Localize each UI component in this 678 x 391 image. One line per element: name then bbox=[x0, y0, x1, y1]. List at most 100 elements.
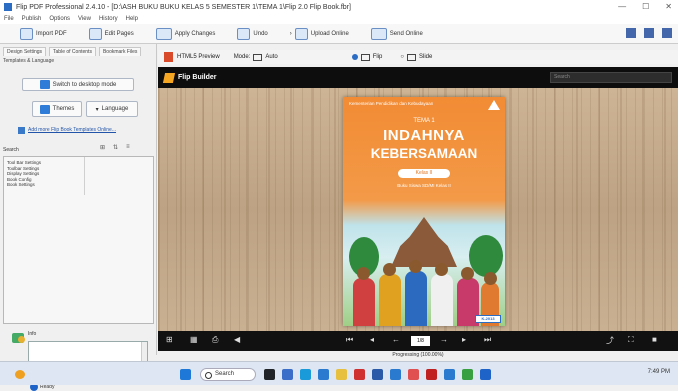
weather-icon[interactable] bbox=[15, 370, 25, 379]
filter-icon[interactable]: ≡ bbox=[126, 144, 130, 151]
fullscreen-icon[interactable]: ⛶ bbox=[628, 335, 634, 345]
previous-page-icon[interactable]: ◂ bbox=[370, 335, 374, 344]
page-number-input[interactable]: 1/8 bbox=[411, 336, 430, 346]
book-cover[interactable]: Kementerian Pendidikan dan Kebudayaan TE… bbox=[343, 97, 505, 326]
search-tools: ⊞ ⇅ ≡ bbox=[100, 144, 130, 151]
photos-icon[interactable] bbox=[390, 369, 401, 380]
menu-publish[interactable]: Publish bbox=[22, 16, 42, 22]
send-online-button[interactable]: Send Online bbox=[370, 27, 423, 40]
tab-bookmark-files[interactable]: Bookmark Files bbox=[98, 47, 142, 56]
send-online-label: Send Online bbox=[389, 30, 423, 37]
publisher-text: Kementerian Pendidikan dan Kebudayaan bbox=[349, 101, 434, 106]
slide-mode-toggle[interactable]: ○ Slide bbox=[400, 53, 432, 61]
flip-builder-logo-icon bbox=[162, 72, 176, 83]
grid-view-icon[interactable]: ▦ bbox=[190, 335, 198, 344]
system-clock[interactable]: 7:49 PM bbox=[648, 369, 670, 375]
html5-icon bbox=[164, 52, 173, 62]
widgets-icon[interactable] bbox=[282, 369, 293, 380]
flip-mode-toggle[interactable]: Flip bbox=[351, 53, 382, 61]
tree-item[interactable]: Book Settings bbox=[4, 182, 153, 188]
chrome-icon[interactable] bbox=[408, 369, 419, 380]
minimize-button[interactable]: — bbox=[618, 2, 626, 11]
theme-number: TEMA 1 bbox=[413, 118, 435, 124]
left-panel: Design Settings Table of Contents Bookma… bbox=[0, 44, 157, 391]
app-icon[interactable] bbox=[462, 369, 473, 380]
sort-icon[interactable]: ⇅ bbox=[113, 144, 118, 151]
child-head-illustration bbox=[383, 263, 396, 276]
menu-view[interactable]: View bbox=[78, 16, 91, 22]
store-icon[interactable] bbox=[372, 369, 383, 380]
apply-changes-label: Apply Changes bbox=[174, 30, 216, 37]
themes-button[interactable]: Themes bbox=[32, 101, 82, 117]
book-title-line1: INDAHNYA bbox=[383, 127, 465, 144]
child-head-illustration bbox=[461, 267, 474, 280]
youtube-icon[interactable] bbox=[426, 369, 437, 380]
themes-icon bbox=[39, 104, 50, 114]
child-head-illustration bbox=[357, 267, 370, 280]
switch-desktop-button[interactable]: Switch to desktop mode bbox=[22, 78, 134, 91]
mail-icon[interactable] bbox=[318, 369, 329, 380]
slide-radio-icon: ○ bbox=[400, 54, 405, 60]
title-bar: Flip PDF Professional 2.4.10 - [D:\ASH B… bbox=[0, 0, 678, 14]
redo-button[interactable]: › Upload Online bbox=[289, 27, 349, 40]
book-subtitle: Buku Siswa SD/MI Kelas II bbox=[397, 183, 451, 188]
menu-icon[interactable]: ■ bbox=[652, 335, 657, 344]
options-icon[interactable] bbox=[662, 28, 672, 38]
share-icon[interactable]: ⤴ bbox=[606, 335, 614, 346]
next-page-icon[interactable]: ▸ bbox=[462, 335, 466, 344]
mode-icon bbox=[253, 53, 263, 61]
column-divider bbox=[84, 157, 85, 195]
layout-icon[interactable] bbox=[644, 28, 654, 38]
description-label: Info bbox=[28, 331, 37, 337]
thumbnails-icon[interactable]: ⊞ bbox=[166, 335, 173, 344]
subtab-templates-language[interactable]: Templates & Language bbox=[0, 56, 156, 66]
flip-header: Flip Builder Search bbox=[158, 67, 678, 88]
start-icon[interactable] bbox=[180, 369, 191, 380]
sound-icon[interactable]: ◀ bbox=[234, 335, 240, 344]
edge-icon[interactable] bbox=[300, 369, 311, 380]
more-templates-link[interactable]: Add more Flip Book Templates Online... bbox=[28, 127, 116, 133]
print-icon[interactable]: ⎙ bbox=[212, 335, 218, 345]
edit-pages-label: Edit Pages bbox=[104, 30, 134, 37]
last-page-icon[interactable]: ⏭ bbox=[484, 335, 491, 345]
next-icon[interactable]: → bbox=[440, 335, 448, 344]
tab-design-settings[interactable]: Design Settings bbox=[3, 47, 47, 56]
flip-builder-title: Flip Builder bbox=[178, 74, 217, 81]
menu-file[interactable]: File bbox=[4, 16, 14, 22]
expand-icon[interactable]: ⊞ bbox=[100, 144, 105, 151]
child-head-illustration bbox=[409, 260, 422, 273]
import-pdf-button[interactable]: Import PDF bbox=[20, 27, 67, 40]
grid-icon[interactable] bbox=[626, 28, 636, 38]
menu-history[interactable]: History bbox=[99, 16, 118, 22]
upload-online-label: Upload Online bbox=[310, 30, 349, 37]
first-page-icon[interactable]: ⏮ bbox=[346, 335, 353, 345]
menu-options[interactable]: Options bbox=[49, 16, 70, 22]
tab-table-of-contents[interactable]: Table of Contents bbox=[49, 47, 96, 56]
left-panel-tabs: Design Settings Table of Contents Bookma… bbox=[0, 44, 156, 56]
window-title: Flip PDF Professional 2.4.10 - [D:\ASH B… bbox=[16, 3, 351, 11]
app-icon[interactable] bbox=[444, 369, 455, 380]
flip-page-icon bbox=[360, 53, 370, 61]
book-title-line2: KEBERSAMAAN bbox=[370, 146, 478, 161]
undo-button[interactable]: Undo bbox=[237, 27, 268, 40]
mode-selector[interactable]: Mode: Auto bbox=[234, 53, 278, 61]
redo-icon: › bbox=[289, 30, 292, 37]
flip-search-input[interactable]: Search bbox=[550, 72, 672, 83]
apply-changes-button[interactable]: Apply Changes bbox=[155, 27, 216, 40]
edit-pages-button[interactable]: Edit Pages bbox=[88, 27, 134, 40]
taskbar-search[interactable]: Search bbox=[200, 368, 256, 381]
maximize-button[interactable]: ☐ bbox=[642, 2, 649, 11]
app-icon bbox=[4, 3, 12, 11]
menu-help[interactable]: Help bbox=[126, 16, 138, 22]
close-button[interactable]: ✕ bbox=[665, 2, 672, 11]
undo-icon bbox=[237, 27, 251, 40]
import-pdf-icon bbox=[20, 27, 33, 40]
back-icon[interactable]: ← bbox=[392, 335, 400, 344]
task-view-icon[interactable] bbox=[264, 369, 275, 380]
html5-preview-label[interactable]: HTML5 Preview bbox=[177, 54, 220, 60]
flip-pdf-taskbar-icon[interactable] bbox=[480, 369, 491, 380]
file-explorer-icon[interactable] bbox=[336, 369, 347, 380]
cloud-icon bbox=[370, 27, 387, 40]
language-button[interactable]: ▾ Language bbox=[86, 101, 138, 117]
office-icon[interactable] bbox=[354, 369, 365, 380]
